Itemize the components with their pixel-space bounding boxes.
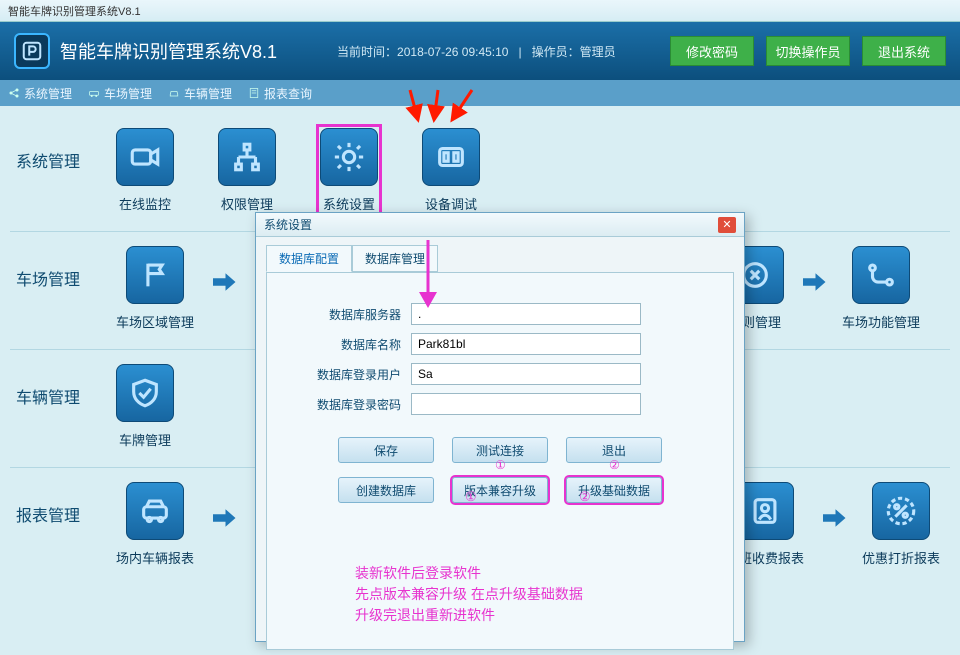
note-line-2: 先点版本兼容升级 在点升级基础数据 <box>355 584 583 605</box>
tile-inpark-report[interactable]: 场内车辆报表 <box>116 482 194 567</box>
annotation-note: 装新软件后登录软件 先点版本兼容升级 在点升级基础数据 升级完退出重新进软件 <box>355 563 583 626</box>
app-title: 智能车牌识别管理系统V8.1 <box>60 38 277 64</box>
tab-db-manage[interactable]: 数据库管理 <box>352 245 438 272</box>
flow-arrow-icon <box>798 267 828 297</box>
exit-system-button[interactable]: 退出系统 <box>862 36 946 66</box>
label-db-user: 数据库登录用户 <box>291 366 411 383</box>
dialog-titlebar[interactable]: 系统设置 ✕ <box>256 213 744 237</box>
window-title-text: 智能车牌识别管理系统V8.1 <box>8 6 141 18</box>
change-password-button[interactable]: 修改密码 <box>670 36 754 66</box>
car-report-icon <box>138 494 172 528</box>
nav-report[interactable]: 报表查询 <box>248 85 312 102</box>
share-icon <box>8 87 20 99</box>
window-titlebar: 智能车牌识别管理系统V8.1 <box>0 0 960 22</box>
nav-vehicle-label: 车辆管理 <box>184 85 232 102</box>
note-line-3: 升级完退出重新进软件 <box>355 605 583 626</box>
route-icon <box>864 258 898 292</box>
tile-system-settings-label: 系统设置 <box>323 194 375 213</box>
meter-icon <box>434 140 468 174</box>
report-icon <box>248 87 260 99</box>
section-report-label: 报表管理 <box>16 482 116 526</box>
tile-park-func[interactable]: 车场功能管理 <box>842 246 920 331</box>
nav-vehicle[interactable]: 车辆管理 <box>168 85 232 102</box>
nav-system[interactable]: 系统管理 <box>8 85 72 102</box>
flag-icon <box>138 258 172 292</box>
tile-discount-report-label: 优惠打折报表 <box>862 548 940 567</box>
nav-system-label: 系统管理 <box>24 85 72 102</box>
system-settings-dialog: 系统设置 ✕ 数据库配置 数据库管理 数据库服务器 数据库名称 数据库登录用户 … <box>255 212 745 642</box>
label-db-server: 数据库服务器 <box>291 306 411 323</box>
save-button[interactable]: 保存 <box>338 437 434 463</box>
tile-permission-label: 权限管理 <box>221 194 273 213</box>
car2-icon <box>168 87 180 99</box>
input-db-pwd[interactable] <box>411 393 641 415</box>
badge-icon <box>748 494 782 528</box>
section-park-label: 车场管理 <box>16 246 116 290</box>
tile-permission[interactable]: 权限管理 <box>218 128 276 213</box>
annotation-marker-2: ② <box>609 458 620 472</box>
annotation-num-2: ② <box>579 489 591 505</box>
percent-icon <box>884 494 918 528</box>
main-nav: 系统管理 车场管理 车辆管理 报表查询 <box>0 80 960 106</box>
annotation-num-1: ① <box>465 489 477 505</box>
tile-plate-manage[interactable]: 车牌管理 <box>116 364 174 449</box>
dialog-body: 数据库服务器 数据库名称 数据库登录用户 数据库登录密码 保存 测试连接 退出 … <box>266 272 734 650</box>
tile-online-monitor-label: 在线监控 <box>119 194 171 213</box>
gear-icon <box>332 140 366 174</box>
dialog-close-button[interactable]: ✕ <box>718 217 736 233</box>
hierarchy-icon <box>230 140 264 174</box>
nav-park-label: 车场管理 <box>104 85 152 102</box>
shield-icon <box>128 376 162 410</box>
tile-online-monitor[interactable]: 在线监控 <box>116 128 174 213</box>
dialog-title-text: 系统设置 <box>264 216 312 233</box>
note-line-1: 装新软件后登录软件 <box>355 563 583 584</box>
tile-park-func-label: 车场功能管理 <box>842 312 920 331</box>
header-info: 当前时间：2018-07-26 09:45:10 | 操作员：管理员 <box>337 43 616 60</box>
parking-icon <box>21 40 43 62</box>
tile-device-debug[interactable]: 设备调试 <box>422 128 480 213</box>
input-db-name[interactable] <box>411 333 641 355</box>
time-label: 当前时间： <box>337 45 397 59</box>
exit-label: 退出 <box>602 442 626 459</box>
app-logo <box>14 33 50 69</box>
nav-park[interactable]: 车场管理 <box>88 85 152 102</box>
nav-report-label: 报表查询 <box>264 85 312 102</box>
flow-arrow-icon <box>818 503 848 533</box>
input-db-server[interactable] <box>411 303 641 325</box>
switch-operator-button[interactable]: 切换操作员 <box>766 36 850 66</box>
tile-discount-report[interactable]: 优惠打折报表 <box>862 482 940 567</box>
label-db-name: 数据库名称 <box>291 336 411 353</box>
close-icon: ✕ <box>722 218 731 231</box>
tile-plate-manage-label: 车牌管理 <box>119 430 171 449</box>
test-connection-label: 测试连接 <box>476 442 524 459</box>
flow-arrow-icon <box>208 503 238 533</box>
section-system-label: 系统管理 <box>16 128 116 172</box>
car-icon <box>88 87 100 99</box>
dialog-tabs: 数据库配置 数据库管理 <box>256 237 744 272</box>
label-db-pwd: 数据库登录密码 <box>291 396 411 413</box>
create-db-button[interactable]: 创建数据库 <box>338 477 434 503</box>
tab-db-config[interactable]: 数据库配置 <box>266 245 352 272</box>
tile-device-debug-label: 设备调试 <box>425 194 477 213</box>
header-buttons: 修改密码 切换操作员 退出系统 <box>670 36 946 66</box>
tile-park-area[interactable]: 车场区域管理 <box>116 246 194 331</box>
tile-inpark-report-label: 场内车辆报表 <box>116 548 194 567</box>
tile-system-settings[interactable]: 系统设置 <box>320 128 378 213</box>
app-header: 智能车牌识别管理系统V8.1 当前时间：2018-07-26 09:45:10 … <box>0 22 960 80</box>
flow-arrow-icon <box>208 267 238 297</box>
operator-label: 操作员： <box>532 45 580 59</box>
operator-value: 管理员 <box>580 45 616 59</box>
time-value: 2018-07-26 09:45:10 <box>397 45 508 59</box>
annotation-marker-1: ① <box>495 458 506 472</box>
section-vehicle-label: 车辆管理 <box>16 364 116 408</box>
camera-icon <box>128 140 162 174</box>
tile-park-area-label: 车场区域管理 <box>116 312 194 331</box>
input-db-user[interactable] <box>411 363 641 385</box>
